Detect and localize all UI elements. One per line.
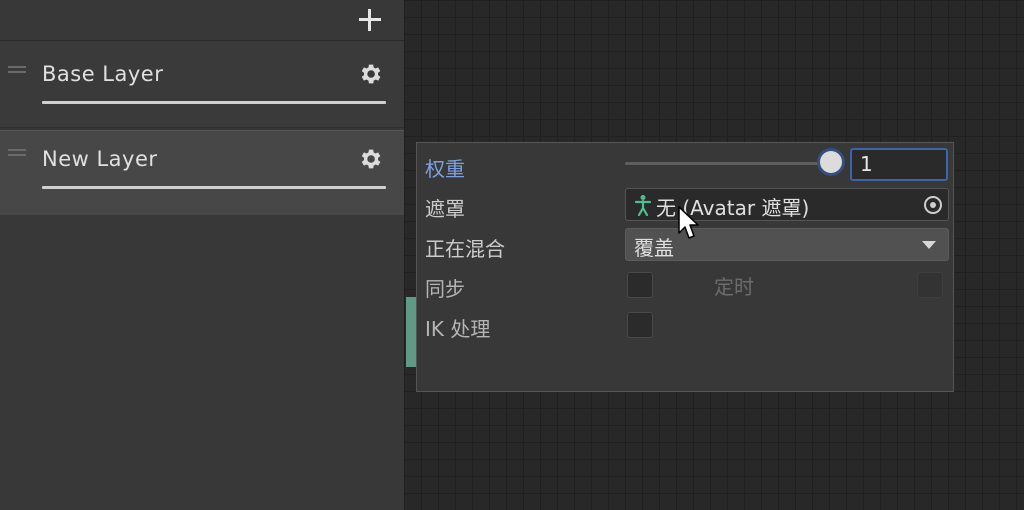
- mask-label: 遮罩: [425, 197, 465, 221]
- layer-settings-popup: 权重 1 遮罩 无 (Avatar 遮罩) 正在混合 覆盖 同步 定时 IK 处…: [416, 142, 954, 392]
- add-layer-button[interactable]: [356, 6, 384, 34]
- layer-weight-bar: [42, 101, 386, 104]
- avatar-icon: [634, 195, 652, 216]
- blending-value: 覆盖: [634, 236, 674, 260]
- timing-checkbox[interactable]: [917, 272, 943, 298]
- mask-object-field[interactable]: 无 (Avatar 遮罩): [625, 188, 949, 221]
- timing-label: 定时: [714, 275, 754, 299]
- drag-handle-icon[interactable]: [8, 149, 26, 156]
- weight-input[interactable]: 1: [850, 148, 948, 181]
- dropdown-caret-icon: [922, 241, 936, 249]
- layer-name: Base Layer: [42, 62, 164, 86]
- layers-toolbar: [0, 0, 404, 41]
- ik-pass-checkbox[interactable]: [627, 312, 653, 338]
- layers-panel-empty-area: [0, 215, 404, 510]
- layer-weight-bar: [42, 186, 386, 189]
- drag-handle-icon[interactable]: [8, 66, 26, 73]
- layer-name: New Layer: [42, 147, 158, 171]
- gear-icon[interactable]: [357, 146, 383, 172]
- layer-item-base[interactable]: Base Layer: [0, 41, 404, 128]
- object-picker-icon[interactable]: [924, 196, 942, 214]
- sync-label: 同步: [425, 277, 465, 301]
- sync-checkbox[interactable]: [627, 272, 653, 298]
- layers-panel: Base Layer New Layer: [0, 0, 404, 510]
- weight-slider[interactable]: [625, 162, 825, 165]
- mouse-cursor-icon: [678, 206, 699, 239]
- layer-item-new[interactable]: New Layer: [0, 130, 404, 215]
- blending-dropdown[interactable]: 覆盖: [625, 228, 949, 261]
- gear-icon[interactable]: [357, 61, 383, 87]
- blending-label: 正在混合: [425, 237, 505, 261]
- weight-label: 权重: [425, 157, 465, 181]
- ik-pass-label: IK 处理: [425, 317, 491, 341]
- weight-slider-handle[interactable]: [820, 151, 842, 173]
- state-node-edge: [406, 297, 416, 367]
